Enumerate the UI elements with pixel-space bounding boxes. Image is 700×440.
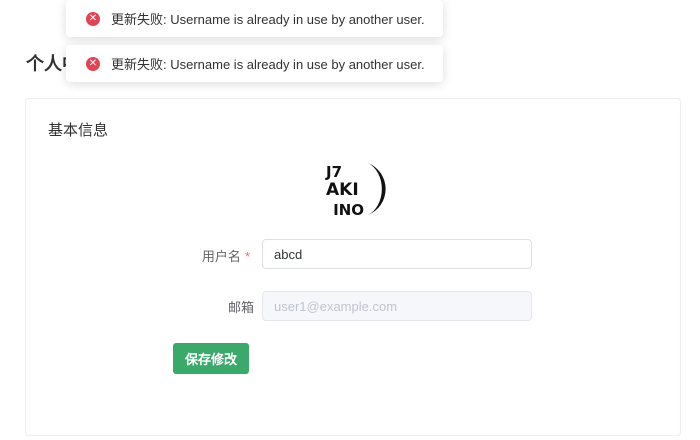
username-label: 用户名 * [130, 246, 250, 265]
save-button[interactable]: 保存修改 [173, 343, 249, 374]
card-title: 基本信息 [48, 122, 109, 139]
error-circle-icon: ✕ [86, 56, 100, 71]
error-circle-icon: ✕ [86, 11, 100, 26]
avatar[interactable]: J7 AKI ONI [324, 159, 386, 219]
username-input[interactable] [262, 239, 532, 269]
error-toast: ✕ 更新失败: Username is already in use by an… [66, 45, 443, 82]
avatar-text-line-2: AKI [326, 180, 359, 200]
toast-message: 更新失败: Username is already in use by anot… [111, 12, 425, 27]
email-label: 邮箱 [227, 300, 254, 315]
error-toast: ✕ 更新失败: Username is already in use by an… [66, 0, 443, 37]
avatar-text-line-3: ONI [333, 200, 364, 218]
username-label-text: 用户名 [201, 249, 241, 264]
avatar-text-line-1: J7 [325, 163, 342, 181]
email-input [262, 291, 532, 321]
toast-message: 更新失败: Username is already in use by anot… [111, 57, 425, 72]
basic-info-card: 基本信息 J7 AKI ONI 用户名* 邮箱 保存修改 [25, 98, 681, 436]
required-mark: * [244, 249, 250, 264]
